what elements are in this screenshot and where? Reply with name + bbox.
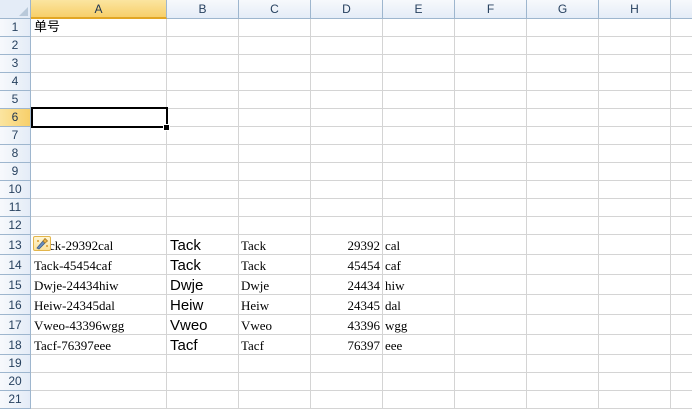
gridline [166,19,167,409]
gridline [310,19,311,409]
gridline [31,274,692,275]
column-header-d[interactable]: D [311,0,383,19]
cell-a13[interactable]: ck-29392cal [49,237,165,254]
gridline [31,54,692,55]
gridline [31,294,692,295]
gridline [31,216,692,217]
cell-b15[interactable]: Dwje [170,276,236,295]
gridline [454,19,455,409]
gridline [31,390,692,391]
gridline [31,144,692,145]
paste-options-button[interactable] [33,236,51,251]
gridline [31,72,692,73]
row-header-12[interactable]: 12 [0,217,31,235]
gridline [238,19,239,409]
gridline [598,19,599,409]
row-header-18[interactable]: 18 [0,335,31,355]
column-header-c[interactable]: C [239,0,311,19]
row-header-1[interactable]: 1 [0,19,31,37]
cell-e15[interactable]: hiw [385,277,451,294]
cell-e16[interactable]: dal [385,297,451,314]
cell-a1[interactable]: 单号 [34,19,164,36]
cell-b17[interactable]: Vweo [170,316,236,335]
row-header-8[interactable]: 8 [0,145,31,163]
cell-c18[interactable]: Tacf [241,337,307,354]
column-header-e[interactable]: E [383,0,455,19]
gridline [526,19,527,409]
cell-b14[interactable]: Tack [170,256,236,275]
cell-c15[interactable]: Dwje [241,277,307,294]
cell-e13[interactable]: cal [385,237,451,254]
fill-handle[interactable] [163,124,170,131]
row-header-20[interactable]: 20 [0,373,31,391]
cell-c13[interactable]: Tack [241,237,307,254]
paste-options-icon [36,237,49,250]
row-header-10[interactable]: 10 [0,181,31,199]
cell-d14[interactable]: 45454 [312,257,381,274]
row-header-13[interactable]: 13 [0,235,31,255]
cell-c17[interactable]: Vweo [241,317,307,334]
cell-d18[interactable]: 76397 [312,337,381,354]
cell-d13[interactable]: 29392 [312,237,381,254]
row-header-21[interactable]: 21 [0,391,31,409]
select-all-triangle-icon [19,7,28,16]
gridline [31,334,692,335]
gridline [382,19,383,409]
row-header-7[interactable]: 7 [0,127,31,145]
row-header-16[interactable]: 16 [0,295,31,315]
spreadsheet-grid: A B C D E F G H 1 2 3 4 5 6 7 8 9 10 11 … [0,0,692,409]
gridline [31,36,692,37]
gridline [31,372,692,373]
gridline [31,234,692,235]
active-cell-selection[interactable] [31,107,168,128]
gridline [31,180,692,181]
column-header-h[interactable]: H [599,0,671,19]
cell-c16[interactable]: Heiw [241,297,307,314]
row-header-17[interactable]: 17 [0,315,31,335]
gridline [31,254,692,255]
row-header-14[interactable]: 14 [0,255,31,275]
row-header-3[interactable]: 3 [0,55,31,73]
column-header-b[interactable]: B [167,0,239,19]
cell-b18[interactable]: Tacf [170,336,236,355]
cell-e18[interactable]: eee [385,337,451,354]
row-header-5[interactable]: 5 [0,91,31,109]
cell-c14[interactable]: Tack [241,257,307,274]
cell-d15[interactable]: 24434 [312,277,381,294]
cell-a18[interactable]: Tacf-76397eee [34,337,164,354]
gridline [31,354,692,355]
column-header-f[interactable]: F [455,0,527,19]
cell-a16[interactable]: Heiw-24345dal [34,297,164,314]
cell-b13[interactable]: Tack [170,236,236,255]
cell-d17[interactable]: 43396 [312,317,381,334]
cell-a15[interactable]: Dwje-24434hiw [34,277,164,294]
row-header-9[interactable]: 9 [0,163,31,181]
row-header-15[interactable]: 15 [0,275,31,295]
cell-a14[interactable]: Tack-45454caf [34,257,164,274]
column-header-a[interactable]: A [31,0,167,19]
gridline [31,198,692,199]
gridline [31,314,692,315]
cell-e17[interactable]: wgg [385,317,451,334]
row-header-4[interactable]: 4 [0,73,31,91]
row-header-19[interactable]: 19 [0,355,31,373]
column-header-next[interactable] [671,0,692,19]
cell-d16[interactable]: 24345 [312,297,381,314]
row-header-11[interactable]: 11 [0,199,31,217]
row-header-6[interactable]: 6 [0,109,31,127]
gridline [31,90,692,91]
select-all-button[interactable] [0,0,31,19]
column-header-g[interactable]: G [527,0,599,19]
gridline [31,162,692,163]
cell-e14[interactable]: caf [385,257,451,274]
gridline [670,19,671,409]
cell-b16[interactable]: Heiw [170,296,236,315]
cell-a17[interactable]: Vweo-43396wgg [34,317,164,334]
row-header-2[interactable]: 2 [0,37,31,55]
